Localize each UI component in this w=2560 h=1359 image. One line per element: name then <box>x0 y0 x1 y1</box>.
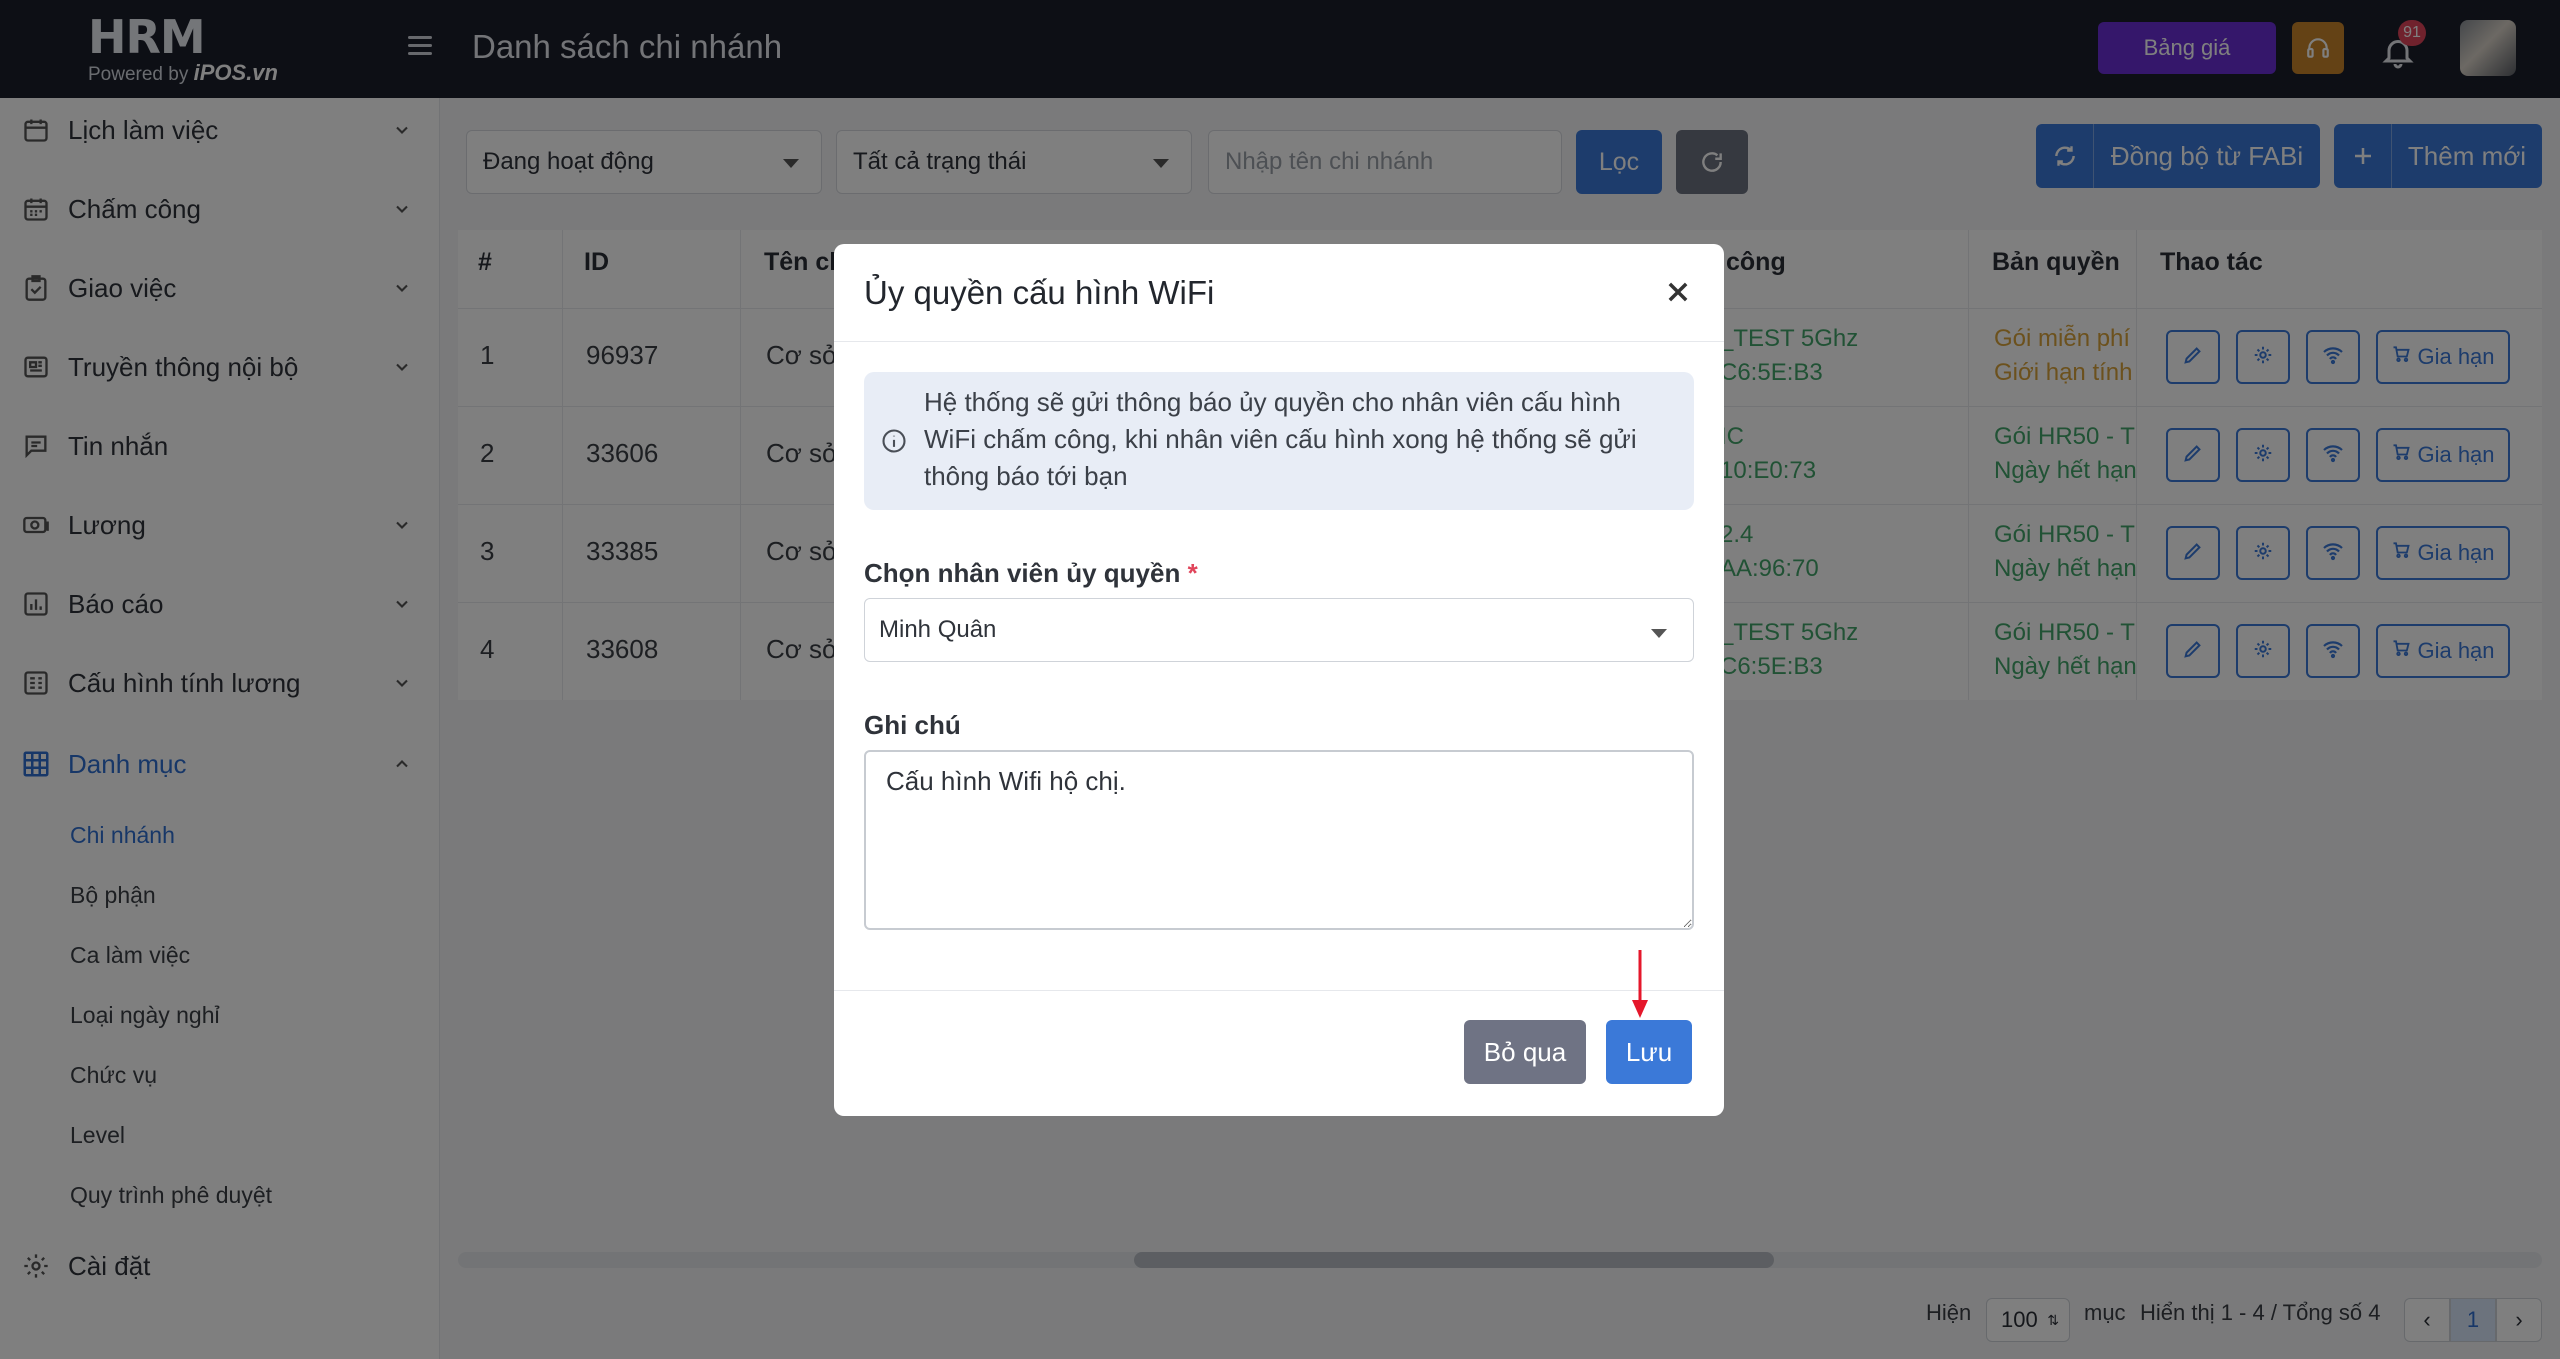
info-icon <box>882 429 906 453</box>
caret-down-icon <box>1651 629 1667 638</box>
save-button[interactable]: Lưu <box>1606 1020 1692 1084</box>
cancel-button[interactable]: Bỏ qua <box>1464 1020 1586 1084</box>
red-arrow-annotation-icon <box>1632 950 1648 1018</box>
employee-select-value: Minh Quân <box>879 616 997 643</box>
employee-label: Chọn nhân viên ủy quyền * <box>864 558 1198 589</box>
employee-select[interactable]: Minh Quân <box>864 598 1694 662</box>
info-alert: Hệ thống sẽ gửi thông báo ủy quyền cho n… <box>864 372 1694 510</box>
info-text: Hệ thống sẽ gửi thông báo ủy quyền cho n… <box>924 387 1637 491</box>
wifi-authorization-modal: Ủy quyền cấu hình WiFi Hệ thống sẽ gửi t… <box>834 244 1724 1116</box>
required-mark: * <box>1187 558 1198 588</box>
modal-footer-divider <box>834 990 1724 991</box>
close-icon[interactable] <box>1664 278 1692 306</box>
employee-label-text: Chọn nhân viên ủy quyền <box>864 558 1181 588</box>
note-label: Ghi chú <box>864 710 961 740</box>
note-textarea[interactable]: Cấu hình Wifi hộ chị. <box>864 750 1694 930</box>
modal-title: Ủy quyền cấu hình WiFi <box>864 274 1215 311</box>
modal-header: Ủy quyền cấu hình WiFi <box>834 244 1724 342</box>
